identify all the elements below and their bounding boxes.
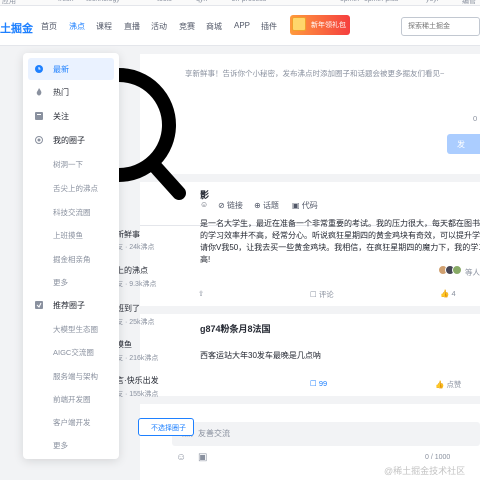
link-tool[interactable]: ⊘ 链接	[218, 200, 243, 211]
menu-subitem[interactable]: 更多	[28, 271, 114, 293]
top-header: 土掘金 首页 沸点 课程 直播 活动 竞赛 商城 APP 插件 新年领礼包	[0, 6, 480, 46]
menu-item-my-circles[interactable]: 我的圈子	[28, 129, 114, 151]
circle-meta: 友 · 9.3k沸点	[116, 281, 157, 288]
post-line: 的学习效率并不高，经常分心。听说疯狂星期四的黄金鸡块有奇效，可以提升学习效率	[200, 231, 480, 240]
gift-icon	[292, 17, 306, 31]
bookmark-item[interactable]: yoyi	[426, 0, 438, 3]
bookmark-item[interactable]: zn-process	[232, 0, 266, 3]
nav-home[interactable]: 首页	[41, 21, 57, 32]
menu-item-recommended[interactable]: 推荐圈子	[28, 294, 114, 316]
circle-option[interactable]: 新鲜事	[116, 229, 140, 240]
nav-contests[interactable]: 竞赛	[179, 21, 195, 32]
like-action[interactable]: 👍 点赞	[435, 379, 461, 390]
follow-icon	[35, 112, 43, 120]
post-body: 西客运站大年30发车最晚是几点呐	[200, 351, 321, 360]
liked-by-label: 等人	[465, 268, 480, 277]
like-action[interactable]: 👍 4	[440, 289, 456, 298]
bookmark-item[interactable]: opmin	[340, 0, 359, 3]
nav-app[interactable]: APP	[234, 21, 250, 30]
no-circle-button[interactable]: 不选择圈子	[138, 418, 194, 436]
circle-picker: 新鲜事 友 · 24k沸点 上的沸点 友 · 9.3k沸点 班到了 友 · 25…	[116, 167, 166, 447]
post-line: 请你V我50，让我去买一些黄金鸡块。我相信，在疯狂星期四的魔力下，我的学习效率	[200, 243, 480, 252]
post-author[interactable]: g874粉条月8法国	[200, 322, 271, 335]
post-author[interactable]: 影	[200, 188, 209, 201]
section-divider	[140, 306, 480, 314]
menu-subitem[interactable]: 科技交流圈	[28, 201, 114, 223]
menu-subitem[interactable]: 更多	[28, 434, 114, 456]
menu-subitem[interactable]: 前端开发圈	[28, 388, 114, 410]
menu-subitem[interactable]: 掘金相亲角	[28, 248, 114, 270]
circle-icon	[35, 136, 43, 144]
menu-subitem[interactable]: 服务端与架构	[28, 365, 114, 387]
code-tool[interactable]: ▣ 代码	[292, 200, 318, 211]
bookmark-item[interactable]: tools	[157, 0, 172, 3]
nav-plugins[interactable]: 插件	[261, 21, 277, 32]
menu-subitem[interactable]: 大模型生态圈	[28, 318, 114, 340]
topic-tool[interactable]: ⊕ 话题	[254, 200, 279, 211]
circle-meta: 友 · 25k沸点	[116, 319, 155, 326]
nav-pins[interactable]: 沸点	[69, 21, 85, 32]
avatar	[452, 265, 462, 275]
main-content: 享新鲜事！告诉你个小秘密，发布沸点时添加圈子和话题会被更多掘友们看见~ 0 ☺ …	[140, 54, 480, 480]
promo-banner[interactable]: 新年领礼包	[290, 15, 350, 35]
menu-subitem[interactable]: 上班摸鱼	[28, 224, 114, 246]
circle-option[interactable]: 言·快乐出发	[116, 375, 159, 386]
comment-action[interactable]: ☐ 评论	[310, 289, 334, 300]
circle-meta: 友 · 155k沸点	[116, 391, 159, 398]
bookmark-item[interactable]: opmin-plus	[364, 0, 398, 3]
image-icon[interactable]: ▣	[198, 452, 207, 463]
clock-icon	[35, 65, 43, 73]
comment-input[interactable]: 点，友善交流	[172, 422, 480, 446]
nav-courses[interactable]: 课程	[96, 21, 112, 32]
circle-meta: 友 · 24k沸点	[116, 244, 155, 251]
menu-subitem[interactable]: 舌尖上的沸点	[28, 177, 114, 199]
post-line: 高!	[200, 255, 211, 264]
comment-action[interactable]: ☐ 99	[310, 379, 327, 388]
bookmark-item[interactable]: technology	[86, 0, 120, 3]
bookmark-item[interactable]: qyn	[196, 0, 207, 3]
comment-counter: 0 / 1000	[425, 454, 451, 461]
post-line: 是一名大学生，最近在准备一个非常重要的考试。我的压力很大，每天都在图书馆里复	[200, 219, 480, 228]
circle-option[interactable]: 上的沸点	[116, 265, 148, 276]
char-count: 0	[473, 114, 478, 123]
emoji-icon[interactable]: ☺	[200, 200, 208, 209]
circle-option[interactable]: 班到了	[116, 303, 140, 314]
publish-button[interactable]: 发	[447, 134, 480, 154]
promo-label: 新年领礼包	[311, 22, 346, 29]
nav-events[interactable]: 活动	[151, 21, 167, 32]
section-divider	[140, 396, 480, 404]
liked-avatars	[438, 265, 466, 275]
bookmark-item[interactable]: fresh	[58, 0, 74, 3]
recommend-icon	[35, 301, 43, 309]
pin-editor[interactable]: 享新鲜事！告诉你个小秘密，发布沸点时添加圈子和话题会被更多掘友们看见~	[185, 68, 444, 79]
nav-shop[interactable]: 商城	[206, 21, 222, 32]
share-icon[interactable]: ⇧	[198, 289, 204, 298]
fire-icon	[36, 88, 42, 96]
nav-live[interactable]: 直播	[124, 21, 140, 32]
menu-subitem[interactable]: 客户端开发	[28, 411, 114, 433]
menu-item-latest[interactable]: 最新	[28, 58, 114, 80]
emoji-icon[interactable]: ☺	[176, 452, 186, 463]
section-divider	[140, 174, 480, 182]
search-input[interactable]	[401, 17, 480, 36]
category-menu: 最新 热门 关注 我的圈子 树洞一下 舌尖上的沸点 科技交流圈 上班摸鱼 掘金相…	[23, 53, 119, 459]
menu-item-follow[interactable]: 关注	[28, 105, 114, 127]
menu-subitem[interactable]: 树洞一下	[28, 153, 114, 175]
circle-meta: 友 · 216k沸点	[116, 355, 159, 362]
menu-item-hot[interactable]: 热门	[28, 81, 114, 103]
menu-subitem[interactable]: AIGC交流圈	[28, 341, 114, 363]
logo[interactable]: 土掘金	[0, 20, 33, 36]
watermark: @稀土掘金技术社区	[384, 466, 466, 476]
